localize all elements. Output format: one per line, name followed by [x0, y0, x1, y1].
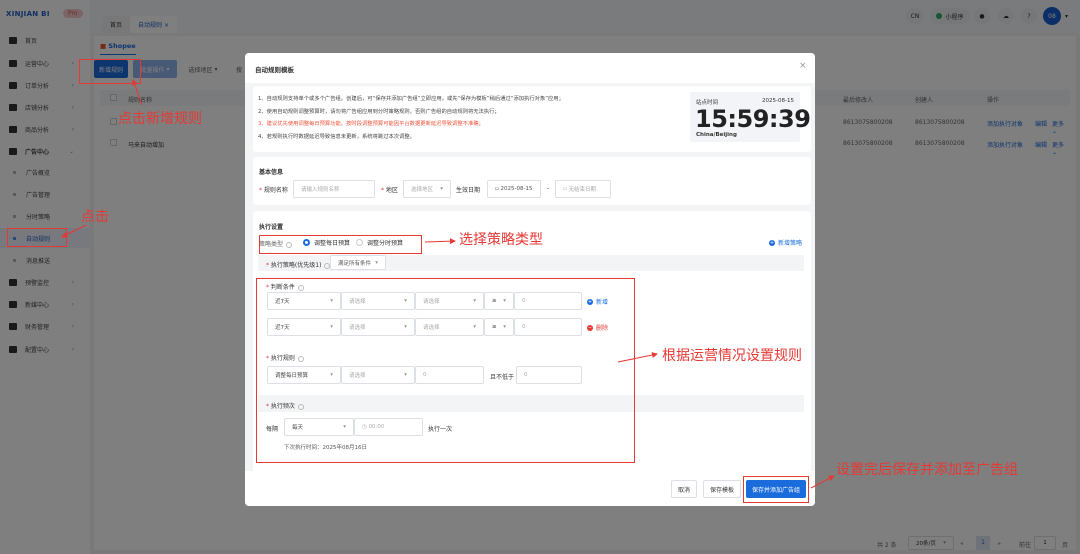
arrow-rules	[617, 352, 658, 363]
arrow-save	[810, 475, 835, 489]
arrow-strategy-type	[424, 238, 456, 245]
arrow-new-rule	[131, 79, 143, 106]
annotation-arrows	[61, 79, 835, 489]
arrow-auto-rule	[61, 224, 87, 238]
